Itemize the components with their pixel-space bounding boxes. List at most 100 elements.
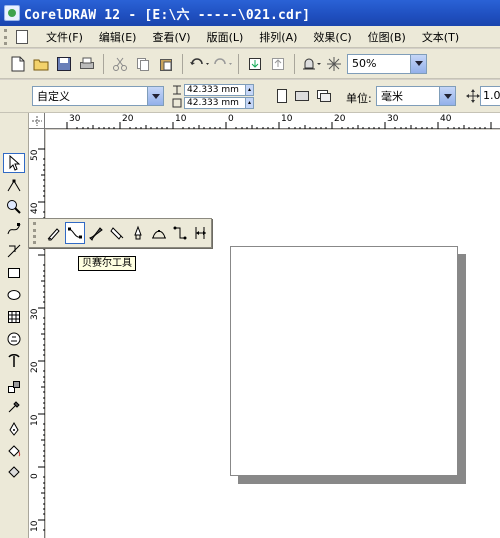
menu-edit[interactable]: 编辑(E) bbox=[91, 29, 145, 45]
scissors-icon bbox=[113, 57, 127, 71]
page-size-dropdown[interactable]: 自定义 bbox=[32, 86, 164, 106]
fill-tool[interactable] bbox=[3, 441, 25, 461]
rectangle-tool[interactable] bbox=[3, 263, 25, 283]
redo-button[interactable] bbox=[212, 54, 232, 74]
smart-fill-tool[interactable] bbox=[3, 241, 25, 261]
save-button[interactable] bbox=[54, 54, 74, 74]
bezier-tool[interactable] bbox=[64, 222, 85, 244]
ruler-tick-label: 20 bbox=[122, 114, 134, 124]
dimension-tool[interactable] bbox=[191, 222, 211, 244]
menu-arrange[interactable]: 排列(A) bbox=[251, 29, 305, 45]
eyedropper-tool[interactable] bbox=[3, 397, 25, 417]
menu-text[interactable]: 文本(T) bbox=[414, 29, 467, 45]
welcome-screen-button[interactable] bbox=[324, 54, 344, 74]
zoom-level-value: 50% bbox=[352, 57, 377, 70]
grid-paper-icon bbox=[8, 311, 20, 323]
shape-tool[interactable] bbox=[3, 175, 25, 195]
spin-arrows-icon[interactable]: ▴ bbox=[245, 98, 253, 108]
chevron-down-icon[interactable] bbox=[439, 87, 455, 105]
vertical-ruler[interactable]: 50 40 30 20 10 0 10 bbox=[29, 129, 45, 538]
application-launcher-button[interactable] bbox=[301, 54, 321, 74]
menu-layout[interactable]: 版面(L) bbox=[199, 29, 252, 45]
ruler-tick-label: 10 bbox=[30, 520, 40, 532]
arrow-pointer-icon bbox=[9, 155, 21, 171]
ruler-tick-label: 40 bbox=[30, 202, 40, 214]
shape-node-icon bbox=[7, 179, 21, 192]
polyline-tool[interactable] bbox=[128, 222, 148, 244]
artistic-media-tool[interactable] bbox=[86, 222, 106, 244]
page-size-value: 自定义 bbox=[37, 90, 70, 103]
pen-nib-icon bbox=[9, 421, 19, 436]
undo-icon bbox=[190, 57, 209, 65]
menu-file[interactable]: 文件(F) bbox=[38, 29, 91, 45]
flyout-drag-handle[interactable] bbox=[33, 222, 39, 244]
horizontal-ruler-ticks: 30 20 10 0 10 20 30 40 bbox=[66, 114, 492, 129]
height-icon bbox=[172, 98, 182, 108]
rectangle-icon bbox=[8, 268, 20, 278]
toolbar-separator bbox=[182, 53, 183, 74]
toolbar-separator bbox=[238, 53, 239, 74]
units-value: 毫米 bbox=[381, 90, 403, 103]
nudge-arrows-icon bbox=[466, 89, 480, 103]
freehand-pencil-icon bbox=[47, 228, 60, 241]
ellipse-tool[interactable] bbox=[3, 285, 25, 305]
ruler-tick-label: 0 bbox=[30, 473, 40, 479]
import-button[interactable] bbox=[245, 54, 265, 74]
interactive-blend-tool[interactable] bbox=[3, 377, 25, 397]
coreldraw-app-icon[interactable] bbox=[4, 5, 20, 21]
toolbar-separator bbox=[103, 53, 104, 74]
menu-bar: 文件(F) 编辑(E) 查看(V) 版面(L) 排列(A) 效果(C) 位图(B… bbox=[0, 26, 500, 48]
undo-button[interactable] bbox=[189, 54, 209, 74]
zoom-level-dropdown[interactable]: 50% bbox=[347, 53, 427, 74]
portrait-button[interactable] bbox=[272, 86, 292, 106]
nudge-distance-field[interactable]: 1.0 bbox=[480, 86, 500, 106]
export-button[interactable] bbox=[268, 54, 288, 74]
all-pages-button[interactable] bbox=[314, 86, 334, 106]
page-width-field[interactable]: 42.333 mm ▴ bbox=[184, 84, 254, 96]
text-tool[interactable] bbox=[3, 351, 25, 371]
pen-icon bbox=[110, 227, 124, 240]
printer-icon bbox=[80, 57, 94, 69]
interactive-connector-tool[interactable] bbox=[170, 222, 190, 244]
pick-tool[interactable] bbox=[3, 153, 25, 173]
drawing-page[interactable] bbox=[230, 246, 458, 476]
menu-view[interactable]: 查看(V) bbox=[144, 29, 198, 45]
polyline-pen-icon bbox=[134, 225, 142, 240]
chevron-down-icon[interactable] bbox=[147, 87, 163, 105]
menu-bitmaps[interactable]: 位图(B) bbox=[360, 29, 414, 45]
ruler-tick-label: 10 bbox=[281, 114, 293, 124]
chevron-down-icon[interactable] bbox=[410, 54, 426, 73]
dimension-icon bbox=[195, 227, 207, 239]
new-document-button[interactable] bbox=[8, 54, 28, 74]
interactive-fill-icon bbox=[8, 466, 20, 478]
pages-icon bbox=[317, 90, 331, 102]
basic-shapes-tool[interactable] bbox=[3, 329, 25, 349]
freehand-tool[interactable] bbox=[44, 222, 64, 244]
ruler-tick-label: 30 bbox=[30, 308, 40, 320]
page-height-field[interactable]: 42.333 mm ▴ bbox=[184, 97, 254, 109]
menu-grip-handle[interactable] bbox=[4, 28, 12, 45]
menu-effects[interactable]: 效果(C) bbox=[305, 29, 359, 45]
cut-button[interactable] bbox=[110, 54, 130, 74]
interactive-fill-tool[interactable] bbox=[3, 461, 25, 481]
page-width-value: 42.333 mm bbox=[187, 85, 239, 95]
copy-button[interactable] bbox=[133, 54, 153, 74]
ruler-origin-corner[interactable] bbox=[29, 113, 45, 129]
pen-tool[interactable] bbox=[107, 222, 127, 244]
zoom-tool[interactable] bbox=[3, 197, 25, 217]
ruler-tick-label: 10 bbox=[175, 114, 187, 124]
paste-button[interactable] bbox=[156, 54, 176, 74]
basic-shapes-icon bbox=[7, 332, 21, 346]
bezier-tool-tooltip: 贝赛尔工具 bbox=[78, 256, 136, 271]
spin-arrows-icon[interactable]: ▴ bbox=[245, 85, 253, 95]
polygon-tool[interactable] bbox=[3, 307, 25, 327]
curve-tool[interactable] bbox=[3, 219, 25, 239]
outline-tool[interactable] bbox=[3, 419, 25, 439]
open-button[interactable] bbox=[31, 54, 51, 74]
landscape-button[interactable] bbox=[292, 86, 312, 106]
print-button[interactable] bbox=[77, 54, 97, 74]
horizontal-ruler[interactable]: 30 20 10 0 10 20 30 40 bbox=[29, 113, 500, 129]
units-dropdown[interactable]: 毫米 bbox=[376, 86, 456, 106]
document-icon[interactable] bbox=[16, 29, 28, 44]
three-point-curve-tool[interactable] bbox=[149, 222, 169, 244]
